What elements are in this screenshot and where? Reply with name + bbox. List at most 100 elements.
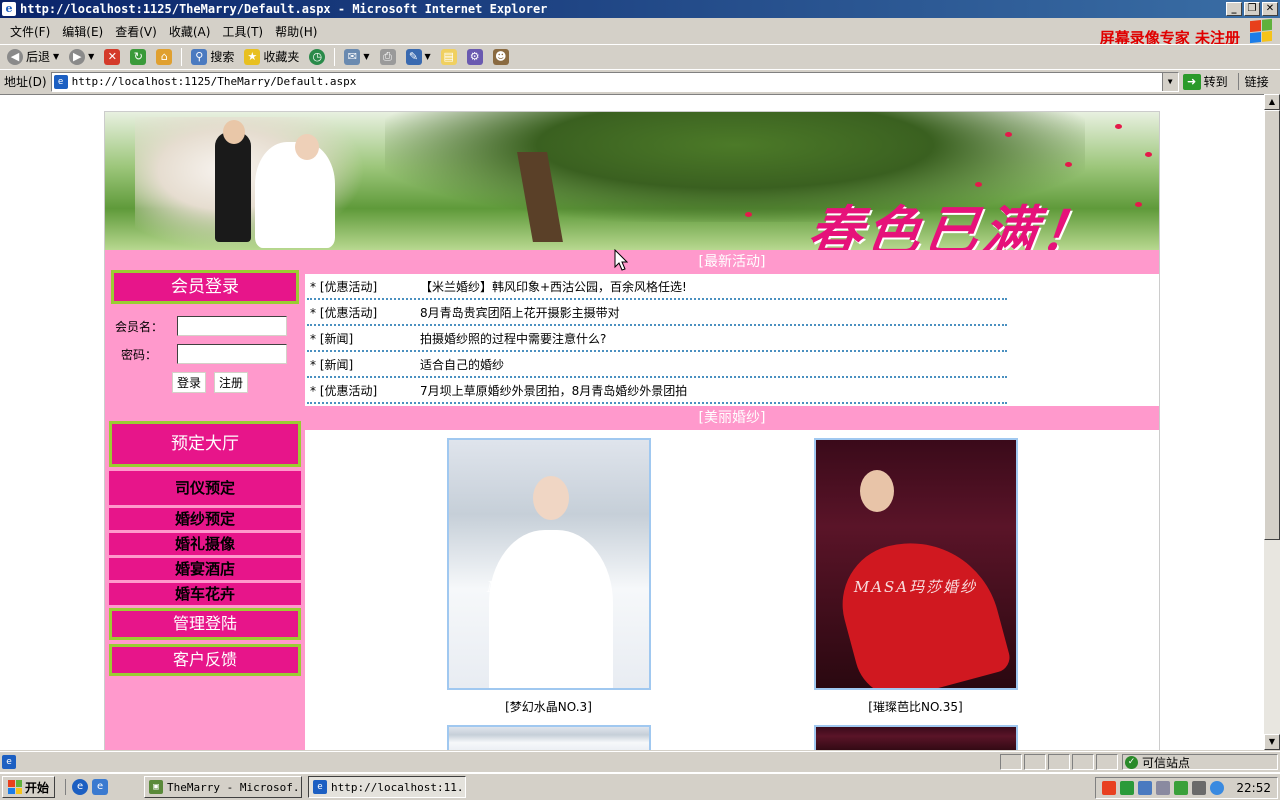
stop-icon: ✕ bbox=[104, 48, 121, 65]
news-item[interactable]: * [优惠活动] 【米兰婚纱】韩风印象+西沽公园，百余风格任选! bbox=[307, 274, 1007, 300]
tray-network-icon[interactable] bbox=[1138, 781, 1153, 795]
news-item[interactable]: * [新闻] 拍摄婚纱照的过程中需要注意什么? bbox=[307, 326, 1007, 352]
links-button[interactable]: 链接 bbox=[1237, 73, 1269, 90]
gallery-item[interactable] bbox=[813, 725, 1018, 750]
news-category: * [新闻] bbox=[310, 331, 354, 346]
edit-icon: ✎ bbox=[405, 48, 422, 65]
banner-image: 春色已满！ bbox=[105, 112, 1159, 250]
nav-car-flowers[interactable]: 婚车花卉 bbox=[109, 583, 301, 605]
dress-shape bbox=[488, 530, 613, 688]
petal bbox=[1115, 124, 1122, 129]
banner-groom-head bbox=[223, 120, 245, 144]
model-head bbox=[532, 476, 569, 520]
petal bbox=[1005, 132, 1012, 137]
minimize-button[interactable]: _ bbox=[1226, 2, 1242, 16]
ie-alt-quicklaunch-icon[interactable]: e bbox=[92, 779, 109, 795]
taskbar-task[interactable]: ▣ TheMarry - Microsof... bbox=[144, 776, 303, 798]
close-button[interactable]: ✕ bbox=[1262, 2, 1278, 16]
mail-button[interactable]: ✉ ▼ bbox=[341, 47, 372, 67]
research-button[interactable]: ⚙ bbox=[464, 47, 486, 67]
tray-s-icon[interactable] bbox=[1102, 781, 1117, 795]
address-dropdown-icon[interactable]: ▼ bbox=[1161, 72, 1178, 91]
address-input[interactable]: e http://localhost:1125/TheMarry/Default… bbox=[50, 71, 1179, 92]
news-category: * [新闻] bbox=[310, 357, 354, 372]
print-button[interactable]: ⎙ bbox=[377, 47, 399, 67]
messenger-button[interactable]: ☻ bbox=[490, 47, 512, 67]
nav-feedback[interactable]: 客户反馈 bbox=[109, 644, 301, 676]
go-label: 转到 bbox=[1203, 75, 1228, 89]
scroll-thumb[interactable] bbox=[1264, 110, 1280, 540]
menu-help[interactable]: 帮助(H) bbox=[269, 23, 323, 40]
ie-task-icon: e bbox=[313, 780, 328, 794]
back-arrow-icon: ◀ bbox=[7, 48, 23, 65]
scroll-down-icon[interactable]: ▼ bbox=[1264, 734, 1280, 750]
nav-dress[interactable]: 婚纱预定 bbox=[109, 508, 301, 530]
stop-button[interactable]: ✕ bbox=[101, 47, 123, 67]
menu-edit[interactable]: 编辑(E) bbox=[56, 23, 109, 40]
discuss-button[interactable]: ▤ bbox=[438, 47, 460, 67]
address-bar: 地址(D) e http://localhost:1125/TheMarry/D… bbox=[0, 69, 1280, 93]
news-link[interactable]: 拍摄婚纱照的过程中需要注意什么? bbox=[420, 330, 606, 347]
nav-reserve-hall[interactable]: 预定大厅 bbox=[109, 421, 301, 467]
nav-emcee[interactable]: 司仪预定 bbox=[109, 471, 301, 505]
photo-caption[interactable]: [梦幻水晶NO.3] bbox=[447, 698, 651, 715]
taskbar: 开始 e e ▣ TheMarry - Microsof... e http:/… bbox=[0, 772, 1280, 800]
nav-admin-login[interactable]: 管理登陆 bbox=[109, 608, 301, 640]
dress-photo[interactable]: MASA玛莎婚纱 bbox=[813, 438, 1018, 690]
taskbar-task-active[interactable]: e http://localhost:11... bbox=[308, 776, 467, 798]
dress-photo[interactable] bbox=[813, 725, 1018, 750]
back-button[interactable]: ◀ 后退 ▼ bbox=[4, 47, 62, 67]
dress-photo[interactable]: MASA玛莎婚纱 bbox=[446, 438, 651, 690]
news-link[interactable]: 7月坝上草原婚纱外景团拍，8月青岛婚纱外景团拍 bbox=[420, 382, 687, 399]
star-icon: ★ bbox=[244, 48, 261, 65]
nav-hotel[interactable]: 婚宴酒店 bbox=[109, 558, 301, 580]
news-item[interactable]: * [优惠活动] 8月青岛贵宾团陌上花开摄影主摄带对 bbox=[307, 300, 1007, 326]
photo-caption[interactable]: [璀璨芭比NO.35] bbox=[814, 698, 1018, 715]
quick-launch: e e bbox=[65, 779, 109, 795]
ie-quicklaunch-icon[interactable]: e bbox=[72, 779, 89, 795]
dress-photo[interactable] bbox=[446, 725, 651, 750]
go-button[interactable]: ➜ 转到 bbox=[1182, 73, 1228, 90]
main-column: [最新活动] * [优惠活动] 【米兰婚纱】韩风印象+西沽公园，百余风格任选! … bbox=[305, 250, 1159, 750]
favorites-button[interactable]: ★ 收藏夹 bbox=[241, 47, 302, 67]
search-button[interactable]: ⚲ 搜索 bbox=[188, 47, 237, 67]
home-button[interactable]: ⌂ bbox=[153, 47, 175, 67]
forward-button[interactable]: ▶ ▼ bbox=[66, 47, 97, 67]
gallery-item[interactable] bbox=[446, 725, 651, 750]
gallery-item[interactable]: MASA玛莎婚纱 [璀璨芭比NO.35] bbox=[813, 438, 1018, 715]
petal bbox=[1135, 202, 1142, 207]
window-controls: _ ❐ ✕ bbox=[1226, 2, 1278, 16]
menu-favorites[interactable]: 收藏(A) bbox=[163, 23, 217, 40]
mouse-cursor-icon bbox=[614, 249, 628, 271]
username-input[interactable] bbox=[177, 316, 287, 336]
start-button[interactable]: 开始 bbox=[2, 776, 56, 798]
page-status-icon: e bbox=[2, 754, 16, 769]
register-button[interactable]: 注册 bbox=[214, 372, 249, 393]
tray-app-icon[interactable] bbox=[1174, 781, 1189, 795]
login-button[interactable]: 登录 bbox=[171, 372, 206, 393]
news-item[interactable]: * [新闻] 适合自己的婚纱 bbox=[307, 352, 1007, 378]
news-item[interactable]: * [优惠活动] 7月坝上草原婚纱外景团拍，8月青岛婚纱外景团拍 bbox=[307, 378, 1007, 404]
tray-green-icon[interactable] bbox=[1120, 781, 1135, 795]
tray-volume-icon[interactable] bbox=[1192, 781, 1207, 795]
scroll-up-icon[interactable]: ▲ bbox=[1264, 94, 1280, 110]
menu-view[interactable]: 查看(V) bbox=[109, 23, 163, 40]
username-label: 会员名： bbox=[115, 319, 164, 334]
password-input[interactable] bbox=[177, 344, 287, 364]
news-link[interactable]: 适合自己的婚纱 bbox=[420, 356, 504, 373]
nav-video[interactable]: 婚礼摄像 bbox=[109, 533, 301, 555]
refresh-button[interactable]: ↻ bbox=[127, 47, 149, 67]
gallery-item[interactable]: MASA玛莎婚纱 [梦幻水晶NO.3] bbox=[446, 438, 651, 715]
security-zone[interactable]: ✓ 可信站点 bbox=[1122, 754, 1278, 770]
news-link[interactable]: 8月青岛贵宾团陌上花开摄影主摄带对 bbox=[420, 304, 620, 321]
vertical-scrollbar[interactable]: ▲ ▼ bbox=[1264, 94, 1280, 750]
edit-button[interactable]: ✎ ▼ bbox=[403, 47, 434, 67]
history-button[interactable]: ◷ bbox=[306, 47, 328, 67]
menu-file[interactable]: 文件(F) bbox=[4, 23, 56, 40]
tray-monitor-icon[interactable] bbox=[1156, 781, 1171, 795]
menu-tools[interactable]: 工具(T) bbox=[216, 23, 269, 40]
tray-globe-icon[interactable] bbox=[1210, 781, 1225, 795]
page-content: 会员登录 会员名： 密码： 登录 注册 预定大厅 司仪预定 婚纱预定 婚礼摄像 … bbox=[105, 250, 1159, 750]
news-link[interactable]: 【米兰婚纱】韩风印象+西沽公园，百余风格任选! bbox=[420, 278, 687, 295]
maximize-button[interactable]: ❐ bbox=[1244, 2, 1260, 16]
